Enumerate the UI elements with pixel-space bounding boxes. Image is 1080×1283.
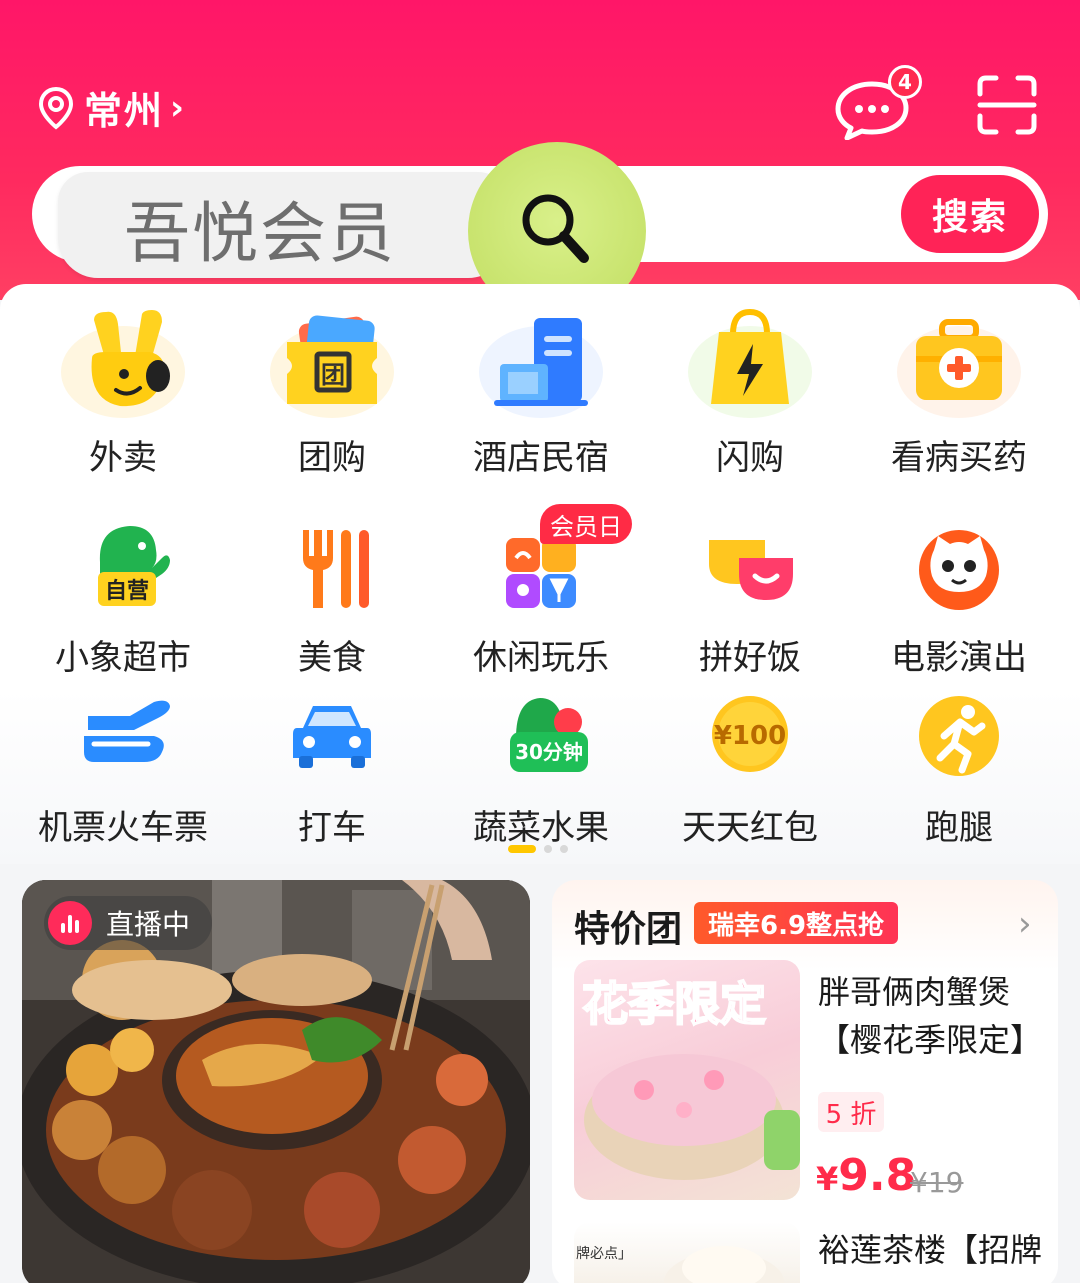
deal-title: 特价团 — [574, 909, 683, 950]
category-label: 闪购 — [716, 438, 784, 478]
category-label: 跑腿 — [925, 808, 993, 848]
location-pin-icon — [38, 86, 74, 130]
bowl-icon — [709, 540, 793, 600]
runner-icon — [919, 696, 999, 776]
category-label: 酒店民宿 — [473, 438, 609, 478]
page-dot-active — [508, 845, 536, 853]
category-medicine[interactable]: 看病买药 — [854, 300, 1064, 479]
elephant-icon: 自营 — [98, 526, 170, 606]
category-label: 打车 — [298, 808, 366, 848]
category-label: 美食 — [298, 638, 366, 678]
category-label: 团购 — [298, 438, 366, 478]
fork-icon — [303, 530, 369, 608]
kangaroo-hand-icon — [61, 310, 185, 418]
chevron-right-icon: › — [170, 87, 185, 128]
category-label: 机票火车票 — [38, 808, 208, 848]
lightning-bag-icon — [688, 308, 812, 418]
category-movie[interactable]: 电影演出 — [854, 510, 1064, 679]
category-food[interactable]: 美食 — [227, 510, 437, 679]
cat-face-icon — [919, 530, 999, 610]
price-value: 9.8 — [838, 1150, 917, 1201]
search-keyword-text: 吾悦会员 — [124, 195, 396, 272]
category-label: 小象超市 — [55, 638, 191, 678]
category-waimai[interactable]: 外卖 — [18, 300, 228, 479]
product-image[interactable]: 花季限定 — [574, 960, 800, 1200]
page-dot — [544, 845, 552, 853]
location-selector[interactable]: 常州 › — [38, 80, 184, 135]
deal-tag: 瑞幸6.9整点抢 — [694, 902, 899, 944]
category-vegetables[interactable]: 30分钟 蔬菜水果 — [436, 680, 646, 849]
chevron-right-icon[interactable]: › — [1018, 904, 1032, 944]
member-day-badge: 会员日 — [540, 504, 632, 544]
category-tickets[interactable]: 机票火车票 — [18, 680, 228, 849]
product-name-2[interactable]: 裕莲茶楼【招牌 — [818, 1226, 1048, 1274]
category-label: 蔬菜水果 — [473, 808, 609, 848]
category-errand[interactable]: 跑腿 — [854, 680, 1064, 849]
category-redpacket[interactable]: ¥100 天天红包 — [645, 680, 855, 849]
category-label: 休闲玩乐 — [473, 638, 609, 678]
supermarket-tag: 自营 — [105, 578, 149, 604]
live-badge: 直播中 — [44, 896, 213, 950]
live-badge-text: 直播中 — [106, 908, 191, 941]
category-tuangou[interactable]: 团 团购 — [227, 300, 437, 479]
category-hotel[interactable]: 酒店民宿 — [436, 300, 646, 479]
category-label: 外卖 — [89, 438, 157, 478]
message-badge: 4 — [888, 65, 922, 99]
redpacket-tag: ¥100 — [714, 721, 786, 751]
original-price: ¥19 — [910, 1166, 964, 1199]
live-bars-icon — [48, 901, 92, 945]
tea-dessert-image: 牌必点」 — [576, 1245, 784, 1283]
price-currency: ¥ — [816, 1160, 839, 1198]
category-label: 看病买药 — [891, 438, 1027, 478]
discount-badge: 5 折 — [818, 1092, 884, 1132]
category-pinhaofan[interactable]: 拼好饭 — [645, 510, 855, 679]
category-label: 拼好饭 — [699, 638, 801, 678]
page-dot — [560, 845, 568, 853]
category-shangou[interactable]: 闪购 — [645, 300, 855, 479]
category-label: 天天红包 — [682, 808, 818, 848]
category-taxi[interactable]: 打车 — [227, 680, 437, 849]
vegetable-icon: 30分钟 — [510, 698, 588, 772]
location-city: 常州 — [84, 89, 165, 133]
medical-kit-icon — [897, 319, 1021, 418]
scan-icon[interactable] — [976, 74, 1038, 136]
hotel-building-icon — [479, 318, 603, 418]
category-supermarket[interactable]: 自营 小象超市 — [18, 510, 228, 679]
product-2-image-text: 牌必点」 — [576, 1245, 632, 1262]
vegetables-tag: 30分钟 — [515, 740, 583, 764]
page-indicator — [508, 845, 568, 853]
sakura-dessert-image: 花季限定 — [581, 976, 800, 1180]
category-label: 电影演出 — [891, 638, 1027, 678]
product-name[interactable]: 胖哥俩肉蟹煲【樱花季限定】 — [818, 968, 1048, 1064]
car-icon — [293, 706, 371, 768]
coin-icon: ¥100 — [712, 696, 788, 772]
search-button[interactable]: 搜索 — [898, 172, 1042, 256]
product-image-2[interactable]: 牌必点」 — [574, 1222, 800, 1283]
product-price: ¥9.8 — [816, 1150, 916, 1201]
product-image-text: 花季限定 — [582, 977, 766, 1031]
group-coupon-icon: 团 — [270, 315, 394, 418]
svg-text:团: 团 — [321, 361, 345, 389]
plane-icon — [84, 700, 170, 762]
